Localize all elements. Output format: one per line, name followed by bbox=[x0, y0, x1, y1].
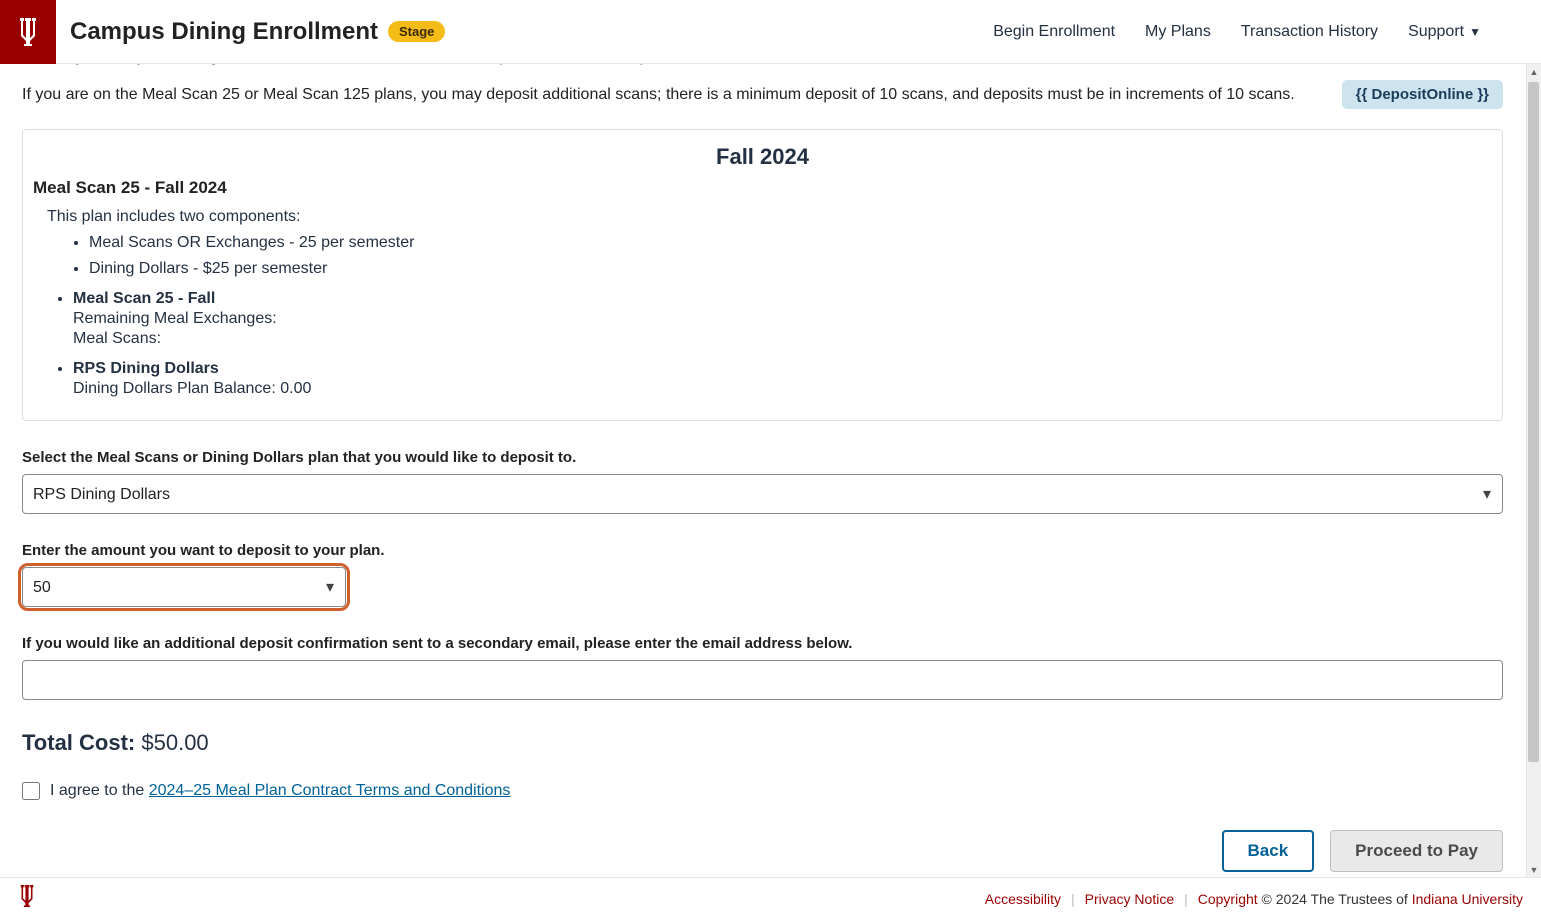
list-item: Dining Dollars - $25 per semester bbox=[89, 260, 1492, 278]
secondary-email-input[interactable] bbox=[22, 660, 1503, 700]
agree-row: I agree to the 2024–25 Meal Plan Contrac… bbox=[22, 782, 1503, 800]
agree-prefix: I agree to the bbox=[50, 782, 149, 799]
app-title: Campus Dining Enrollment bbox=[70, 18, 378, 46]
button-row: Back Proceed to Pay bbox=[22, 830, 1503, 872]
iu-logo[interactable] bbox=[0, 0, 56, 64]
scrollbar-thumb[interactable] bbox=[1528, 82, 1539, 762]
back-button[interactable]: Back bbox=[1222, 830, 1315, 872]
list-item: Meal Scan 25 - Fall Remaining Meal Excha… bbox=[73, 290, 1492, 348]
agree-checkbox[interactable] bbox=[22, 782, 40, 800]
plan-select[interactable]: RPS Dining Dollars bbox=[22, 474, 1503, 514]
components-list: Meal Scans OR Exchanges - 25 per semeste… bbox=[89, 234, 1492, 278]
separator: | bbox=[1184, 891, 1188, 907]
term-card: Fall 2024 Meal Scan 25 - Fall 2024 This … bbox=[22, 129, 1503, 421]
iu-footer-logo[interactable] bbox=[18, 885, 36, 912]
nav-my-plans[interactable]: My Plans bbox=[1145, 23, 1211, 41]
nav-transaction-history[interactable]: Transaction History bbox=[1241, 23, 1378, 41]
list-item: RPS Dining Dollars Dining Dollars Plan B… bbox=[73, 360, 1492, 398]
total-cost-row: Total Cost: $50.00 bbox=[22, 730, 1503, 756]
sub-plan-name: RPS Dining Dollars bbox=[73, 360, 1492, 378]
plan-select-label: Select the Meal Scans or Dining Dollars … bbox=[22, 449, 1503, 466]
amount-select-wrap: 50 ▾ bbox=[22, 567, 346, 607]
scrollbar-track[interactable]: ▲ ▼ bbox=[1526, 64, 1541, 877]
main-scroll-region: You may add to your Dining Dollars balan… bbox=[0, 64, 1541, 877]
proceed-button[interactable]: Proceed to Pay bbox=[1330, 830, 1503, 872]
separator: | bbox=[1071, 891, 1075, 907]
scroll-down-arrow-icon[interactable]: ▼ bbox=[1527, 862, 1541, 877]
footer-privacy-link[interactable]: Privacy Notice bbox=[1085, 891, 1174, 907]
amount-select[interactable]: 50 bbox=[22, 567, 346, 607]
plan-select-wrap: RPS Dining Dollars ▾ bbox=[22, 474, 1503, 514]
intro-line-1: You may add to your Dining Dollars balan… bbox=[22, 64, 1503, 66]
sub-plan-line: Meal Scans: bbox=[73, 330, 1492, 348]
stage-badge: Stage bbox=[388, 21, 445, 42]
footer-accessibility-link[interactable]: Accessibility bbox=[985, 891, 1061, 907]
top-nav: Begin Enrollment My Plans Transaction Hi… bbox=[993, 23, 1541, 41]
sub-plan-line: Remaining Meal Exchanges: bbox=[73, 310, 1492, 328]
iu-trident-icon bbox=[17, 18, 39, 46]
footer-copyright-link[interactable]: Copyright bbox=[1198, 891, 1258, 907]
plan-intro: This plan includes two components: bbox=[47, 208, 1492, 226]
chevron-down-icon: ▼ bbox=[1469, 25, 1481, 39]
main-content: You may add to your Dining Dollars balan… bbox=[0, 64, 1525, 877]
total-cost-value: $50.00 bbox=[141, 730, 208, 755]
sub-plan-name: Meal Scan 25 - Fall bbox=[73, 290, 1492, 308]
plan-name: Meal Scan 25 - Fall 2024 bbox=[33, 178, 1492, 198]
header: Campus Dining Enrollment Stage Begin Enr… bbox=[0, 0, 1541, 64]
nav-support[interactable]: Support ▼ bbox=[1408, 23, 1481, 41]
email-label: If you would like an additional deposit … bbox=[22, 635, 1503, 652]
footer-copyright-text: © 2024 The Trustees of bbox=[1258, 891, 1412, 907]
nav-begin-enrollment[interactable]: Begin Enrollment bbox=[993, 23, 1115, 41]
footer: Accessibility | Privacy Notice | Copyrig… bbox=[0, 877, 1541, 919]
nav-support-label: Support bbox=[1408, 23, 1464, 41]
total-cost-label: Total Cost: bbox=[22, 730, 135, 755]
footer-links: Accessibility | Privacy Notice | Copyrig… bbox=[985, 891, 1523, 907]
amount-label: Enter the amount you want to deposit to … bbox=[22, 542, 1503, 559]
scroll-up-arrow-icon[interactable]: ▲ bbox=[1527, 64, 1541, 79]
footer-iu-link[interactable]: Indiana University bbox=[1412, 891, 1523, 907]
deposit-online-button[interactable]: {{ DepositOnline }} bbox=[1342, 80, 1503, 109]
list-item: Meal Scans OR Exchanges - 25 per semeste… bbox=[89, 234, 1492, 252]
term-title: Fall 2024 bbox=[33, 144, 1492, 170]
iu-trident-icon bbox=[18, 885, 36, 907]
terms-link[interactable]: 2024–25 Meal Plan Contract Terms and Con… bbox=[149, 782, 511, 799]
sub-plan-line: Dining Dollars Plan Balance: 0.00 bbox=[73, 380, 1492, 398]
sub-plans-list: Meal Scan 25 - Fall Remaining Meal Excha… bbox=[73, 290, 1492, 398]
intro-line-2: If you are on the Meal Scan 25 or Meal S… bbox=[22, 86, 1295, 104]
